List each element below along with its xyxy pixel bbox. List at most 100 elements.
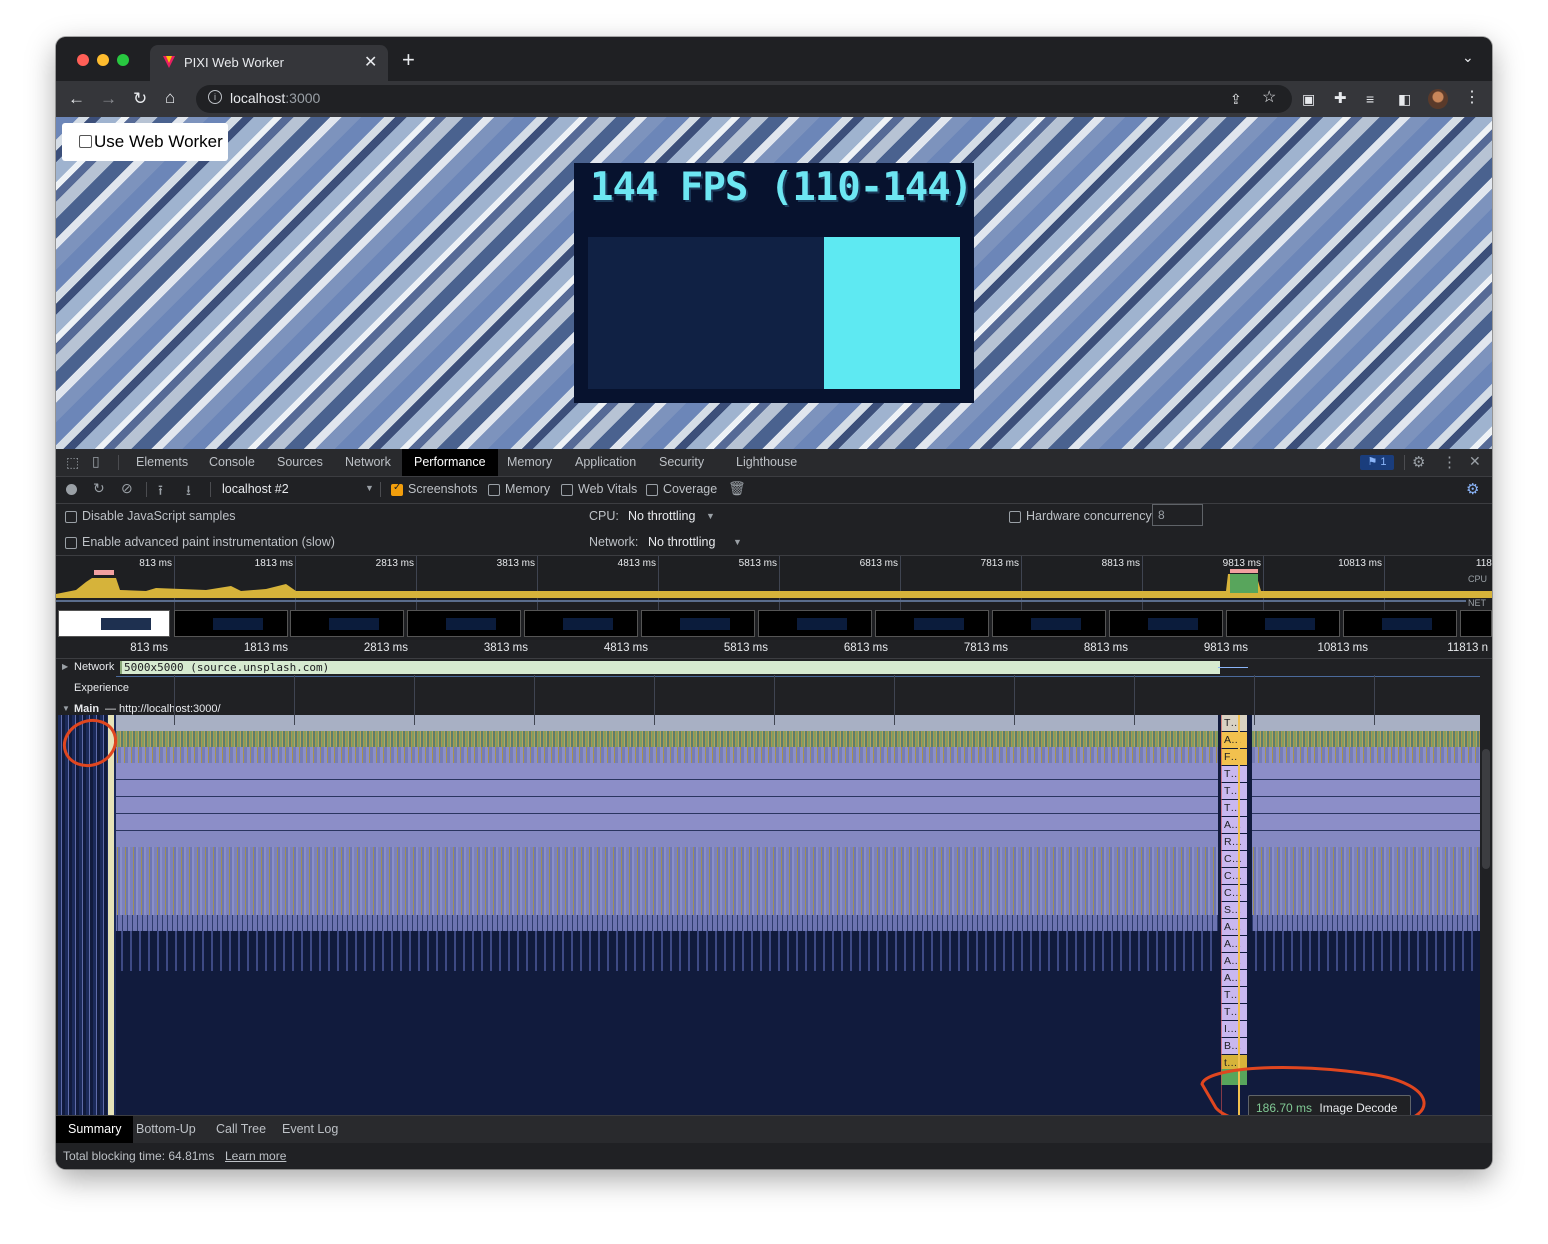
filmstrip-thumb[interactable] xyxy=(1460,610,1492,637)
filmstrip-thumb[interactable] xyxy=(1343,610,1457,637)
tab-network[interactable]: Network xyxy=(345,449,391,476)
zoom-window-button[interactable] xyxy=(117,54,129,66)
performance-toolbar: ↻ ⊘ ⭱ ⭳ localhost #2 ▼ ✓ Screenshots Mem… xyxy=(56,476,1492,504)
network-request-bar[interactable]: 5000x5000 (source.unsplash.com) xyxy=(120,661,1220,674)
devtools-menu-icon[interactable]: ⋮ xyxy=(1442,453,1457,471)
tab-memory[interactable]: Memory xyxy=(507,449,552,476)
timeline-gridline xyxy=(1254,675,1255,725)
capture-settings-icon[interactable]: ⚙ xyxy=(1466,480,1479,498)
cpu-chevron-down-icon[interactable]: ▼ xyxy=(706,511,715,521)
tab-bottom-up[interactable]: Bottom-Up xyxy=(136,1116,196,1143)
close-tab-icon[interactable]: ✕ xyxy=(364,52,377,72)
tab-security[interactable]: Security xyxy=(659,449,704,476)
network-track-label[interactable]: Network xyxy=(74,661,114,673)
reading-list-icon[interactable]: ≡ xyxy=(1366,89,1374,109)
tab-event-log[interactable]: Event Log xyxy=(282,1116,338,1143)
tab-elements[interactable]: Elements xyxy=(136,449,188,476)
web-vitals-checkbox[interactable] xyxy=(561,484,573,496)
device-toolbar-icon[interactable]: ▯ xyxy=(92,453,100,470)
side-panel-icon[interactable]: ◧ xyxy=(1398,89,1411,109)
tab-sources[interactable]: Sources xyxy=(277,449,323,476)
reload-icon[interactable]: ↻ xyxy=(133,89,147,109)
share-icon[interactable]: ⇪ xyxy=(1230,89,1242,109)
reload-record-icon[interactable]: ↻ xyxy=(93,480,105,497)
fps-text: 144 FPS (110-144) xyxy=(590,165,973,210)
summary-status: Total blocking time: 64.81ms Learn more xyxy=(56,1143,1492,1169)
back-icon[interactable]: ← xyxy=(68,89,85,109)
tab-summary[interactable]: Summary xyxy=(56,1116,134,1143)
home-icon[interactable]: ⌂ xyxy=(165,88,175,108)
target-select[interactable]: localhost #2 xyxy=(222,482,289,496)
screenshots-checkbox[interactable]: ✓ xyxy=(391,482,403,496)
capture-settings-pane: Disable JavaScript samples Enable advanc… xyxy=(56,503,1492,556)
tab-application[interactable]: Application xyxy=(575,449,636,476)
trash-icon[interactable]: 🗑 xyxy=(728,480,746,497)
timeline-gridline xyxy=(294,675,295,725)
clear-icon[interactable]: ⊘ xyxy=(121,480,133,497)
filmstrip-thumb[interactable] xyxy=(524,610,638,637)
browser-tab[interactable]: PIXI Web Worker ✕ xyxy=(150,45,388,81)
save-profile-icon[interactable]: ⭳ xyxy=(186,480,191,504)
star-icon[interactable]: ☆ xyxy=(1262,88,1276,108)
filmstrip-thumb[interactable] xyxy=(58,610,170,637)
hardware-concurrency-checkbox[interactable] xyxy=(1009,511,1021,523)
tab-list-chevron-icon[interactable]: ⌄ xyxy=(1462,49,1474,66)
hardware-concurrency-input[interactable]: 8 xyxy=(1152,504,1203,526)
coverage-checkbox[interactable] xyxy=(646,484,658,496)
filmstrip-thumb[interactable] xyxy=(641,610,755,637)
experience-track-label[interactable]: Experience xyxy=(74,682,129,694)
address-bar[interactable]: i localhost:3000 ⇪ ☆ xyxy=(196,85,1292,113)
close-window-button[interactable] xyxy=(77,54,89,66)
record-icon[interactable] xyxy=(66,484,77,495)
timeline-tick-label: 7813 ms xyxy=(963,642,1008,654)
settings-gear-icon[interactable]: ⚙ xyxy=(1412,453,1425,471)
cpu-track-label: CPU xyxy=(1468,574,1488,584)
memory-label: Memory xyxy=(505,482,551,496)
disable-js-samples-checkbox[interactable] xyxy=(65,511,77,523)
main-collapse-icon[interactable]: ▼ xyxy=(62,704,70,713)
filmstrip-thumb[interactable] xyxy=(758,610,872,637)
inspect-element-icon[interactable]: ⬚ xyxy=(66,454,79,471)
page-canvas[interactable]: Use Web Worker 144 FPS (110-144) xyxy=(56,117,1492,449)
web-worker-checkbox[interactable] xyxy=(79,135,92,148)
filmstrip-thumb[interactable] xyxy=(174,610,288,637)
media-icon[interactable]: ▣ xyxy=(1302,89,1315,109)
filmstrip-thumb[interactable] xyxy=(992,610,1106,637)
timeline-tick-label: 813 ms xyxy=(130,642,168,654)
screenshot-filmstrip[interactable] xyxy=(56,610,1492,640)
timeline-overview[interactable]: 813 ms 1813 ms 2813 ms 3813 ms 4813 ms 5813 m… xyxy=(56,556,1492,610)
memory-checkbox[interactable] xyxy=(488,484,500,496)
timeline-gridline xyxy=(894,675,895,725)
profile-avatar[interactable] xyxy=(1428,89,1448,109)
cpu-throttling-select[interactable]: No throttling xyxy=(628,509,695,523)
tab-lighthouse[interactable]: Lighthouse xyxy=(736,449,797,476)
advanced-paint-checkbox[interactable] xyxy=(65,537,77,549)
minimize-window-button[interactable] xyxy=(97,54,109,66)
load-profile-icon[interactable]: ⭱ xyxy=(158,480,163,504)
new-tab-icon[interactable]: + xyxy=(402,47,415,73)
network-chevron-down-icon[interactable]: ▼ xyxy=(733,537,742,547)
timeline-gridline xyxy=(1134,675,1135,725)
tab-title: PIXI Web Worker xyxy=(184,55,284,70)
network-throttling-select[interactable]: No throttling xyxy=(648,535,715,549)
info-icon[interactable]: i xyxy=(208,90,222,104)
browser-menu-icon[interactable]: ⋮ xyxy=(1464,88,1480,108)
extensions-icon[interactable]: ✚ xyxy=(1334,89,1347,109)
learn-more-link[interactable]: Learn more xyxy=(225,1149,286,1163)
forward-icon[interactable]: → xyxy=(100,89,117,109)
issues-badge[interactable]: ⚑ 1 xyxy=(1360,455,1394,470)
filmstrip-thumb[interactable] xyxy=(290,610,404,637)
tab-console[interactable]: Console xyxy=(209,449,255,476)
filmstrip-thumb[interactable] xyxy=(407,610,521,637)
tab-performance[interactable]: Performance xyxy=(402,449,498,476)
timeline-tick-label: 5813 ms xyxy=(723,642,768,654)
close-devtools-icon[interactable]: ✕ xyxy=(1469,453,1481,470)
network-expand-icon[interactable]: ▶ xyxy=(62,662,68,671)
filmstrip-thumb[interactable] xyxy=(875,610,989,637)
filmstrip-thumb[interactable] xyxy=(1109,610,1223,637)
web-worker-toggle[interactable]: Use Web Worker xyxy=(62,123,228,161)
tab-call-tree[interactable]: Call Tree xyxy=(216,1116,266,1143)
fps-graph-bar xyxy=(824,237,960,389)
target-chevron-down-icon[interactable]: ▼ xyxy=(365,483,374,493)
filmstrip-thumb[interactable] xyxy=(1226,610,1340,637)
